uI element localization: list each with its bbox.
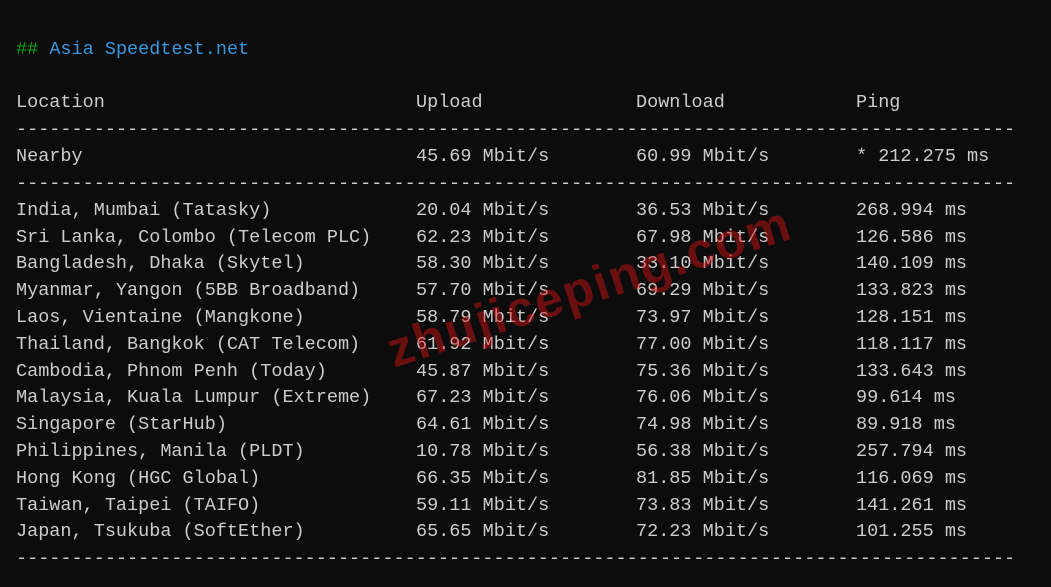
row-location: Sri Lanka, Colombo (Telecom PLC) bbox=[16, 225, 416, 252]
header-download: Download bbox=[636, 90, 856, 117]
row-upload: 64.61 Mbit/s bbox=[416, 412, 636, 439]
row-location: Philippines, Manila (PLDT) bbox=[16, 439, 416, 466]
row-upload: 10.78 Mbit/s bbox=[416, 439, 636, 466]
row-download: 72.23 Mbit/s bbox=[636, 519, 856, 546]
row-ping: 126.586 ms bbox=[856, 225, 967, 252]
row-ping: 116.069 ms bbox=[856, 466, 967, 493]
row-ping: 141.261 ms bbox=[856, 493, 967, 520]
row-location: India, Mumbai (Tatasky) bbox=[16, 198, 416, 225]
row-ping: 140.109 ms bbox=[856, 251, 967, 278]
divider: ----------------------------------------… bbox=[16, 119, 1015, 140]
row-location: Japan, Tsukuba (SoftEther) bbox=[16, 519, 416, 546]
row-download: 74.98 Mbit/s bbox=[636, 412, 856, 439]
row-download: 67.98 Mbit/s bbox=[636, 225, 856, 252]
row-upload: 65.65 Mbit/s bbox=[416, 519, 636, 546]
row-upload: 67.23 Mbit/s bbox=[416, 385, 636, 412]
row-download: 81.85 Mbit/s bbox=[636, 466, 856, 493]
row-ping: 257.794 ms bbox=[856, 439, 967, 466]
row-download: 73.83 Mbit/s bbox=[636, 493, 856, 520]
header-location: Location bbox=[16, 90, 416, 117]
row-location: Bangladesh, Dhaka (Skytel) bbox=[16, 251, 416, 278]
row-upload: 58.79 Mbit/s bbox=[416, 305, 636, 332]
row-ping: 133.823 ms bbox=[856, 278, 967, 305]
nearby-download: 60.99 Mbit/s bbox=[636, 144, 856, 171]
row-download: 69.29 Mbit/s bbox=[636, 278, 856, 305]
row-upload: 58.30 Mbit/s bbox=[416, 251, 636, 278]
header-upload: Upload bbox=[416, 90, 636, 117]
row-download: 33.10 Mbit/s bbox=[636, 251, 856, 278]
row-ping: 268.994 ms bbox=[856, 198, 967, 225]
row-ping: 118.117 ms bbox=[856, 332, 967, 359]
row-upload: 66.35 Mbit/s bbox=[416, 466, 636, 493]
title-text: Asia Speedtest.net bbox=[49, 39, 249, 60]
nearby-label: Nearby bbox=[16, 144, 416, 171]
row-upload: 61.92 Mbit/s bbox=[416, 332, 636, 359]
divider: ----------------------------------------… bbox=[16, 548, 1015, 569]
row-location: Thailand, Bangkok (CAT Telecom) bbox=[16, 332, 416, 359]
row-upload: 57.70 Mbit/s bbox=[416, 278, 636, 305]
row-upload: 45.87 Mbit/s bbox=[416, 359, 636, 386]
row-download: 36.53 Mbit/s bbox=[636, 198, 856, 225]
row-location: Taiwan, Taipei (TAIFO) bbox=[16, 493, 416, 520]
row-ping: 89.918 ms bbox=[856, 412, 956, 439]
row-location: Laos, Vientaine (Mangkone) bbox=[16, 305, 416, 332]
row-upload: 62.23 Mbit/s bbox=[416, 225, 636, 252]
row-download: 76.06 Mbit/s bbox=[636, 385, 856, 412]
header-ping: Ping bbox=[856, 90, 900, 117]
row-location: Malaysia, Kuala Lumpur (Extreme) bbox=[16, 385, 416, 412]
speedtest-rows: India, Mumbai (Tatasky)20.04 Mbit/s36.53… bbox=[16, 198, 1035, 547]
title-hash: ## bbox=[16, 39, 38, 60]
row-ping: 128.151 ms bbox=[856, 305, 967, 332]
row-ping: 101.255 ms bbox=[856, 519, 967, 546]
row-ping: 133.643 ms bbox=[856, 359, 967, 386]
row-location: Cambodia, Phnom Penh (Today) bbox=[16, 359, 416, 386]
row-download: 56.38 Mbit/s bbox=[636, 439, 856, 466]
row-ping: 99.614 ms bbox=[856, 385, 956, 412]
row-download: 73.97 Mbit/s bbox=[636, 305, 856, 332]
row-upload: 59.11 Mbit/s bbox=[416, 493, 636, 520]
row-download: 77.00 Mbit/s bbox=[636, 332, 856, 359]
nearby-ping: * 212.275 ms bbox=[856, 144, 989, 171]
terminal-output: ## Asia Speedtest.net LocationUploadDown… bbox=[0, 0, 1051, 583]
row-location: Singapore (StarHub) bbox=[16, 412, 416, 439]
nearby-upload: 45.69 Mbit/s bbox=[416, 144, 636, 171]
row-upload: 20.04 Mbit/s bbox=[416, 198, 636, 225]
divider: ----------------------------------------… bbox=[16, 173, 1015, 194]
row-location: Hong Kong (HGC Global) bbox=[16, 466, 416, 493]
row-location: Myanmar, Yangon (5BB Broadband) bbox=[16, 278, 416, 305]
row-download: 75.36 Mbit/s bbox=[636, 359, 856, 386]
